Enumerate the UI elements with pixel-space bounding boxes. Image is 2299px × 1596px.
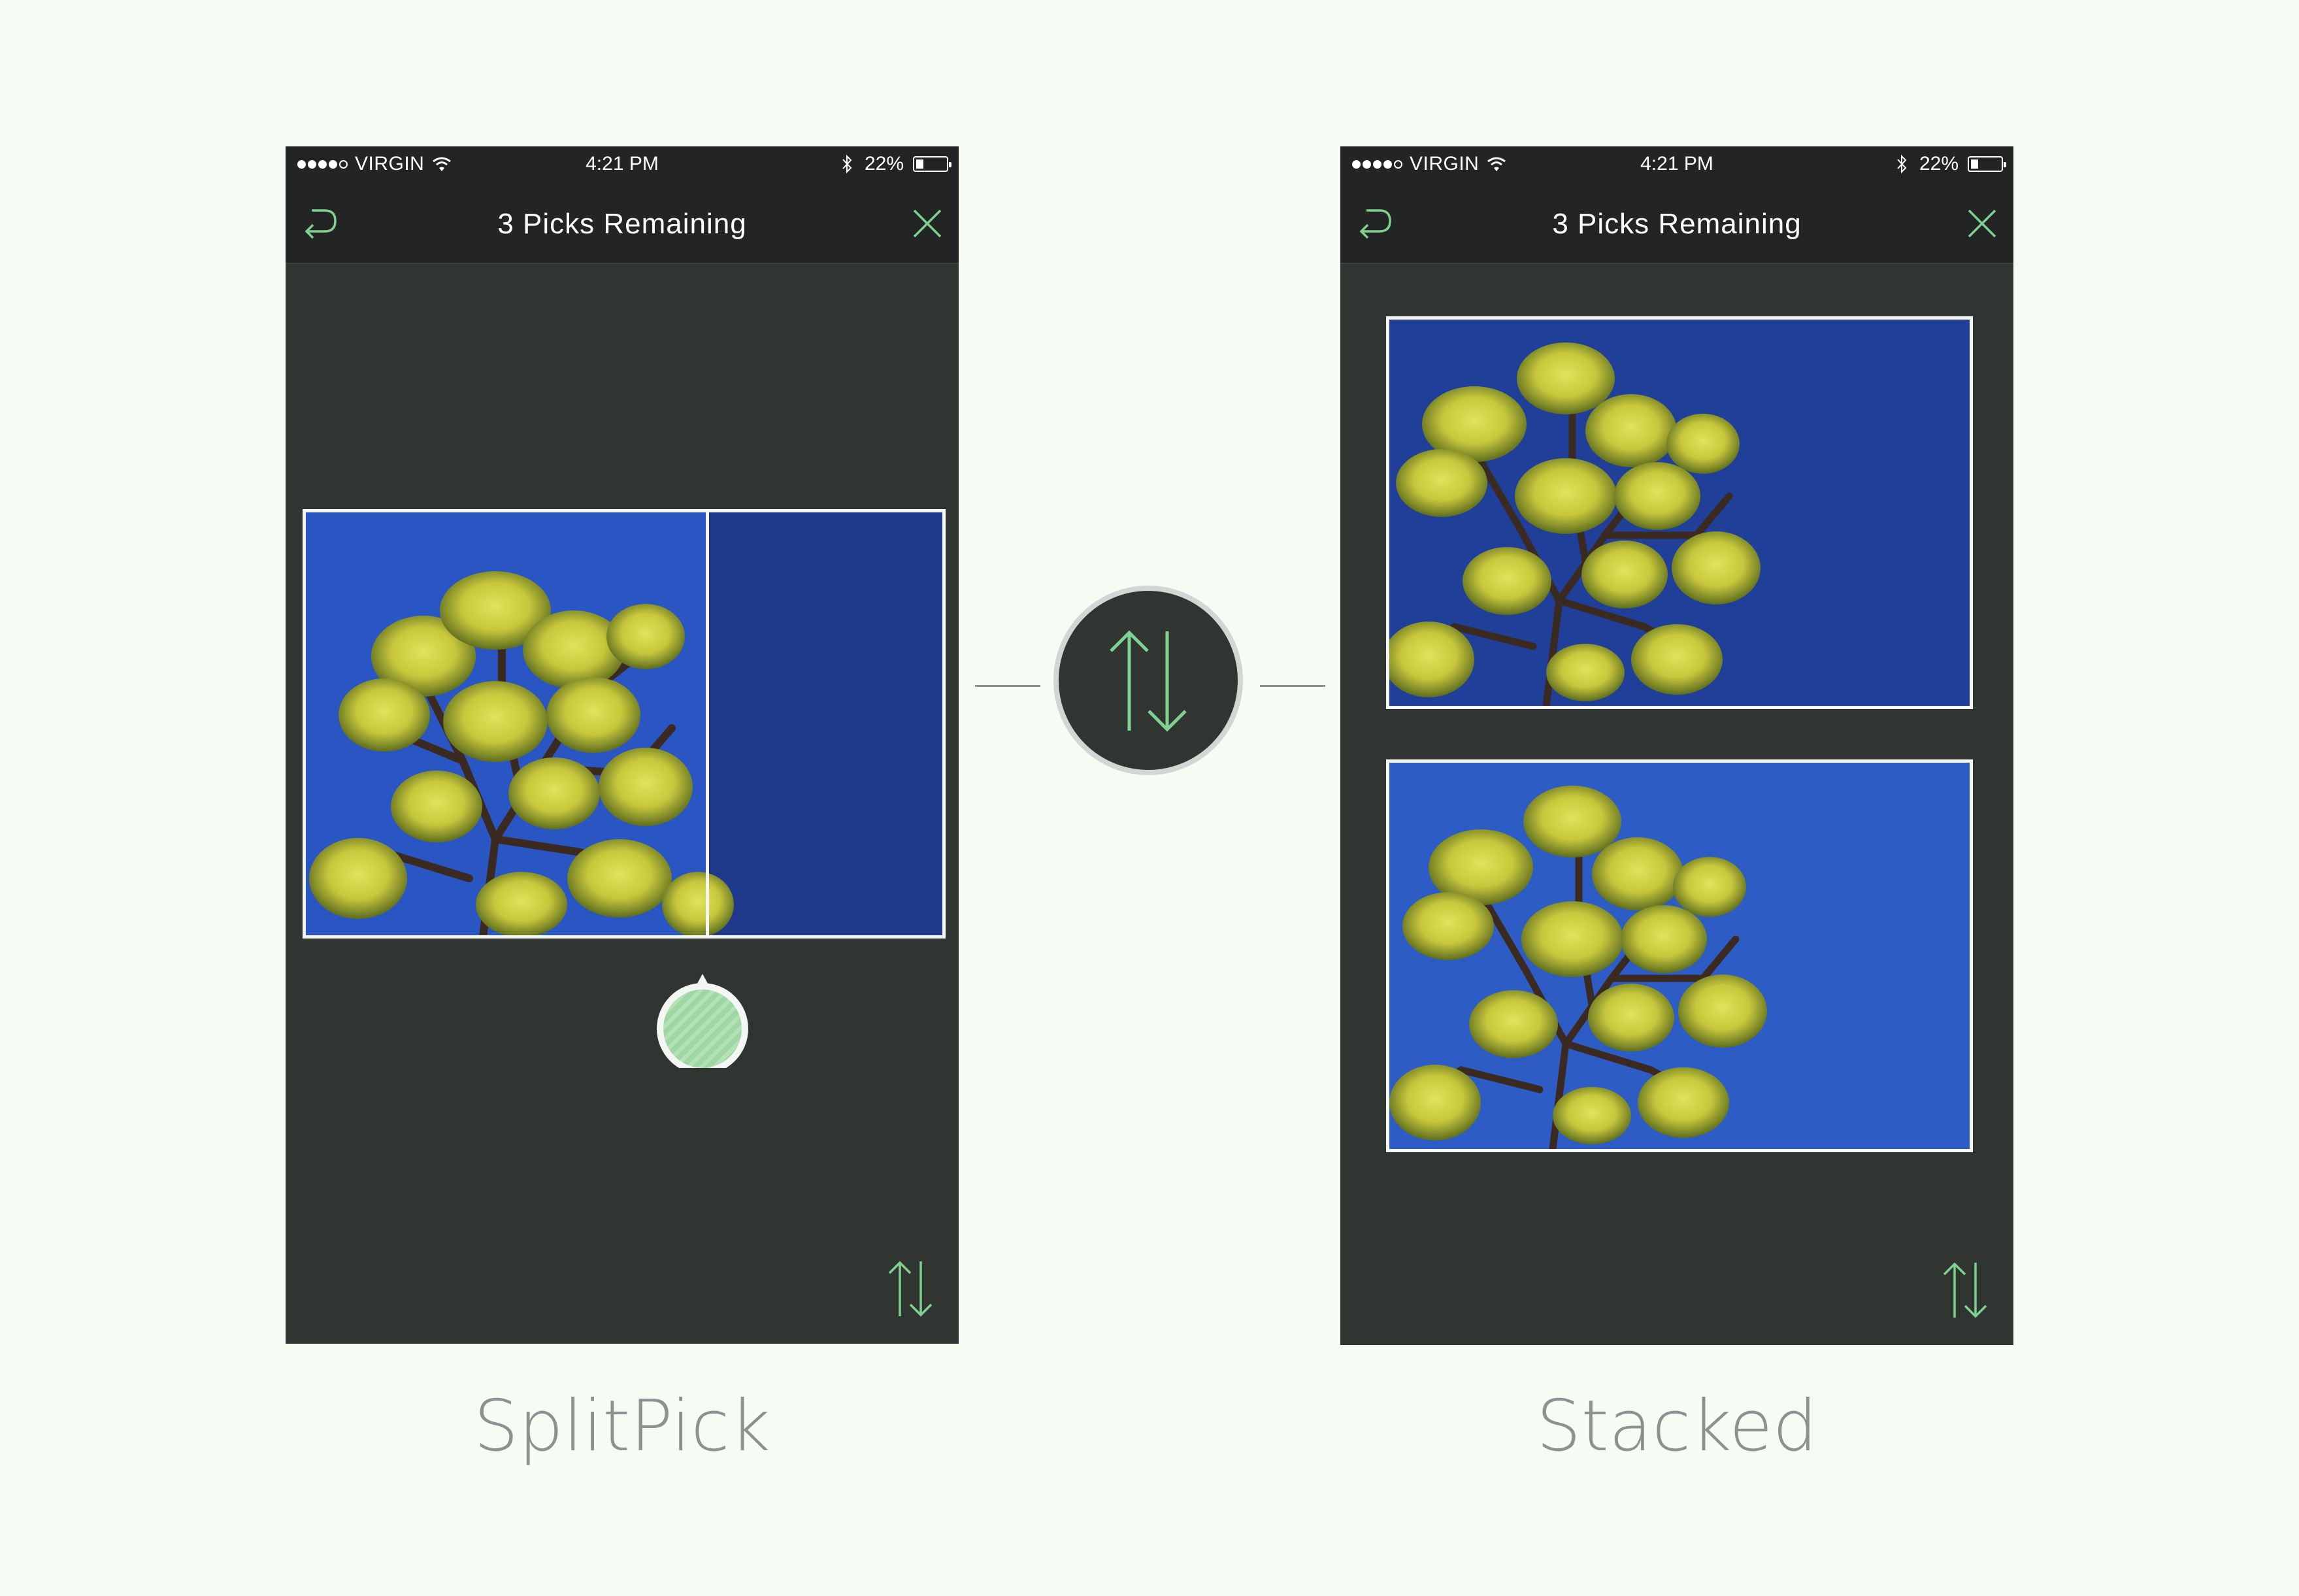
stacked-photo-bottom[interactable] bbox=[1386, 759, 1973, 1152]
swap-vertical-icon[interactable] bbox=[1940, 1261, 1990, 1319]
bluetooth-icon bbox=[842, 154, 852, 174]
split-photo-comparison[interactable] bbox=[303, 509, 946, 939]
status-bar: VIRGIN 4:21 PM 22% bbox=[286, 146, 959, 182]
battery-percentage: 22% bbox=[864, 153, 904, 175]
photo-image bbox=[1389, 320, 1970, 706]
status-bar: VIRGIN 4:21 PM 22% bbox=[1340, 146, 2013, 182]
caption-stacked: Stacked bbox=[1536, 1386, 1818, 1467]
battery-icon bbox=[1968, 156, 2006, 172]
splitpick-phone: VIRGIN 4:21 PM 22% 3 Picks Remaining bbox=[286, 146, 959, 1344]
photo-image bbox=[1389, 763, 1970, 1149]
nav-title: 3 Picks Remaining bbox=[1552, 208, 1802, 240]
stacked-phone: VIRGIN 4:21 PM 22% 3 Picks Remaining bbox=[1340, 146, 2013, 1345]
mode-toggle-button[interactable] bbox=[1053, 586, 1243, 775]
close-icon[interactable] bbox=[1964, 205, 2000, 242]
bluetooth-icon bbox=[1897, 154, 1907, 174]
split-divider[interactable] bbox=[706, 512, 709, 935]
swap-vertical-icon[interactable] bbox=[885, 1260, 935, 1318]
battery-icon bbox=[913, 156, 951, 172]
stacked-photo-top[interactable] bbox=[1386, 316, 1973, 709]
nav-bar: 3 Picks Remaining bbox=[1340, 182, 2013, 264]
connector-line-left bbox=[975, 685, 1040, 687]
caption-splitpick: SplitPick bbox=[473, 1386, 771, 1467]
photo-left-half bbox=[306, 512, 942, 935]
swap-vertical-icon bbox=[1110, 630, 1187, 732]
nav-bar: 3 Picks Remaining bbox=[286, 182, 959, 264]
connector-line-right bbox=[1260, 685, 1325, 687]
close-icon[interactable] bbox=[909, 205, 946, 242]
nav-title: 3 Picks Remaining bbox=[497, 208, 747, 240]
battery-percentage: 22% bbox=[1919, 153, 1959, 175]
split-slider-handle[interactable] bbox=[653, 970, 752, 1068]
